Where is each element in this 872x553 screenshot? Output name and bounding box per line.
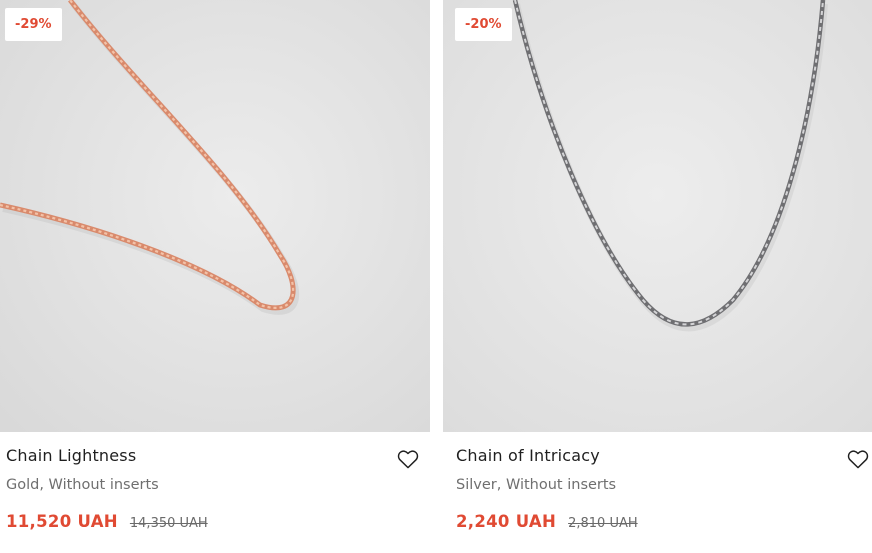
rose-gold-chain-photo [0, 0, 430, 432]
product-card[interactable]: -29% Chain Lightness Gold, Without inser… [0, 0, 430, 553]
discount-badge: -29% [5, 8, 62, 41]
product-image[interactable] [443, 0, 872, 432]
product-title[interactable]: Chain Lightness [6, 446, 136, 465]
product-attributes: Silver, Without inserts [456, 477, 617, 493]
current-price: 11,520 UAH [6, 512, 118, 531]
heart-outline-icon[interactable] [397, 449, 419, 469]
old-price: 2,810 UAH [568, 516, 638, 531]
price-row: 2,240 UAH 2,810 UAH [456, 512, 638, 531]
price-row: 11,520 UAH 14,350 UAH [6, 512, 208, 531]
discount-badge: -20% [455, 8, 512, 41]
product-title[interactable]: Chain of Intricacy [456, 446, 600, 465]
product-image[interactable] [0, 0, 430, 432]
current-price: 2,240 UAH [456, 512, 557, 531]
heart-outline-icon[interactable] [847, 449, 869, 469]
product-attributes: Gold, Without inserts [6, 477, 159, 493]
old-price: 14,350 UAH [129, 516, 208, 531]
silver-rope-chain-photo [443, 0, 872, 432]
product-card[interactable]: -20% Chain of Intricacy Silver, Without … [443, 0, 872, 553]
